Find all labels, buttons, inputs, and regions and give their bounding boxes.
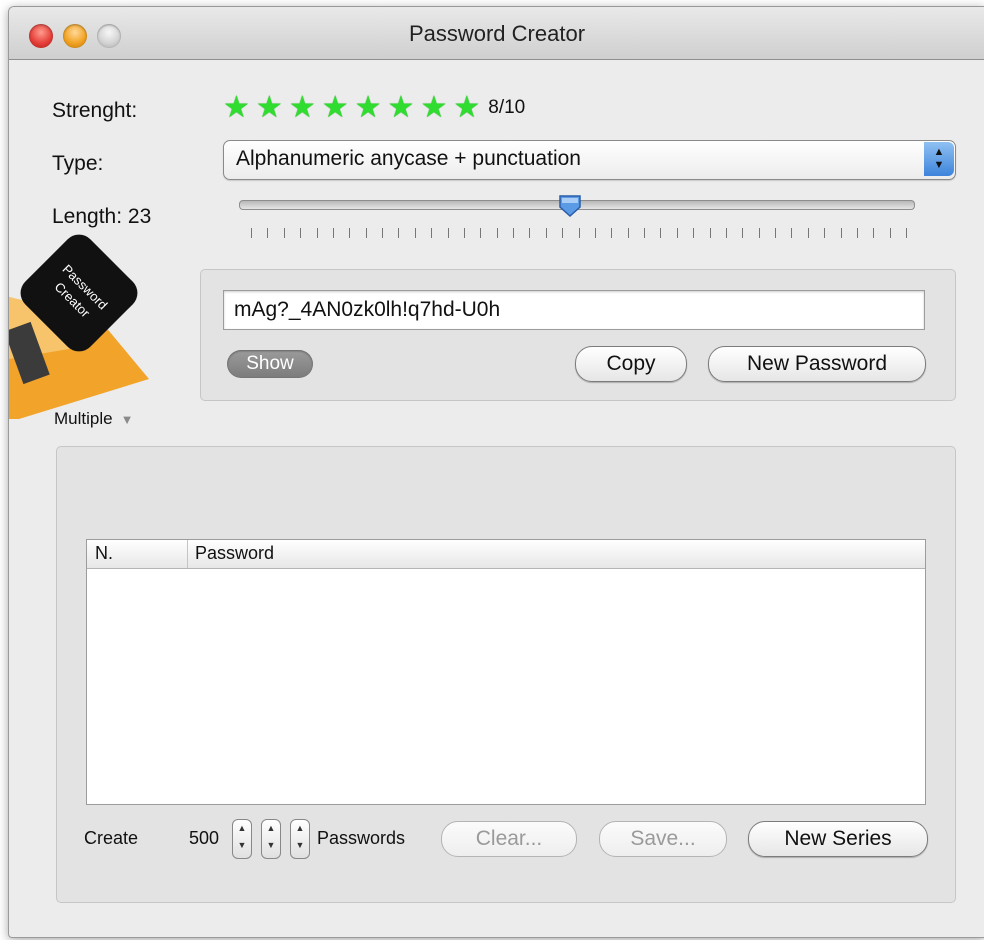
multiple-disclosure[interactable]: Multiple ▼ [54,409,133,429]
slider-tick [791,228,793,238]
length-slider[interactable] [239,195,915,218]
slider-tick [332,228,334,238]
title-bar[interactable]: Password Creator [9,7,984,60]
count-stepper-2[interactable]: ▲ ▼ [261,819,281,859]
length-label: Length: 23 [52,205,152,228]
count-value[interactable]: 500 [189,828,219,849]
clear-button[interactable]: Clear... [441,821,577,857]
slider-tick [725,228,727,238]
password-table[interactable]: N. Password [86,539,926,805]
slider-tick [365,228,367,238]
strength-star-icon: ★ [288,91,316,124]
slider-tick [447,228,449,238]
strength-stars: ★ ★ ★ ★ ★ ★ ★ ★ 8/10 [223,93,525,123]
password-value[interactable]: mAg?_4AN0zk0lh!q7hd-U0h [234,298,500,322]
slider-tick [676,228,678,238]
strength-star-icon: ★ [255,91,283,124]
slider-tick [283,228,285,238]
slider-tick [742,228,744,238]
count-stepper-1[interactable]: ▲ ▼ [232,819,252,859]
slider-tick [840,228,842,238]
slider-tick [906,228,907,238]
strength-star-icon: ★ [321,91,349,124]
password-field[interactable]: mAg?_4AN0zk0lh!q7hd-U0h [223,290,925,330]
slider-tick [709,228,711,238]
slider-tick [267,228,269,238]
multiple-label: Multiple [54,409,113,428]
slider-tick [300,228,302,238]
slider-tick [807,228,809,238]
popup-arrows-icon: ▲ ▼ [924,142,954,176]
show-button[interactable]: Show [227,350,313,378]
type-selected-value: Alphanumeric anycase + punctuation [236,147,581,170]
disclosure-triangle-icon[interactable]: ▼ [121,412,134,427]
copy-button[interactable]: Copy [575,346,687,382]
slider-tick [873,228,875,238]
type-popup[interactable]: Alphanumeric anycase + punctuation ▲ ▼ [223,140,956,180]
create-row: Create 500 ▲ ▼ ▲ ▼ ▲ ▼ Passwords Clear... S… [57,819,955,859]
strength-star-icon: ★ [354,91,382,124]
column-header-number[interactable]: N. [95,543,113,564]
slider-tick [644,228,645,238]
strength-star-icon: ★ [453,91,481,124]
slider-tick [594,228,596,238]
slider-tick [562,228,564,238]
slider-ticks [251,228,907,240]
passwords-label: Passwords [317,828,406,848]
slider-tick [316,228,318,238]
slider-tick [693,228,695,238]
slider-tick [529,228,531,238]
app-window: Password Creator Strenght: ★ ★ ★ ★ ★ ★ ★ ★ 8/10… [8,6,984,938]
series-box: N. Password Create 500 ▲ ▼ ▲ ▼ ▲ ▼ Password… [56,446,956,903]
create-label: Create [84,828,139,848]
new-series-button[interactable]: New Series [748,821,928,857]
length-slider-knob[interactable] [558,194,582,218]
slider-tick [463,228,465,238]
slider-tick [398,228,400,238]
window-title: Password Creator [408,21,586,46]
strength-star-icon: ★ [223,91,250,124]
slider-tick [545,228,547,238]
slider-tick [349,228,351,238]
strength-score: 8/10 [488,97,526,118]
column-header-password[interactable]: Password [195,543,274,564]
generator-box: mAg?_4AN0zk0lh!q7hd-U0h Show Copy New Pa… [200,269,956,401]
strength-star-icon: ★ [387,91,415,124]
count-stepper-3[interactable]: ▲ ▼ [290,819,310,859]
password-creator-logo: Password Creator [9,234,149,419]
slider-tick [856,228,858,238]
slider-tick [251,228,252,238]
slider-tick [496,228,498,238]
slider-tick [513,228,514,238]
slider-tick [414,228,416,238]
save-button[interactable]: Save... [599,821,727,857]
type-label: Type: [52,152,104,175]
slider-tick [824,228,826,238]
slider-tick [889,228,891,238]
slider-tick [382,228,383,238]
slider-tick [578,228,580,238]
slider-tick [758,228,760,238]
slider-tick [431,228,433,238]
strength-label: Strenght: [52,99,138,122]
new-password-button[interactable]: New Password [708,346,926,382]
strength-star-icon: ★ [420,91,448,124]
slider-tick [480,228,482,238]
table-header: N. Password [87,540,925,569]
slider-tick [611,228,613,238]
column-divider [187,540,188,568]
slider-tick [627,228,629,238]
slider-tick [775,228,776,238]
slider-tick [660,228,662,238]
